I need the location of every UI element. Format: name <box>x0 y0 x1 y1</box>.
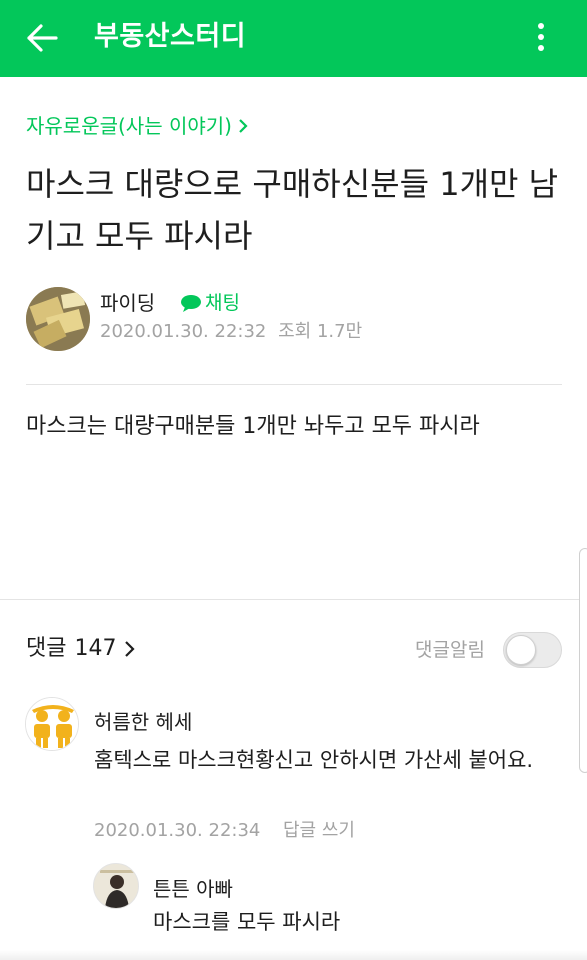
chat-label: 채팅 <box>205 292 240 314</box>
comment-text: 홈텍스로 마스크현황신고 안하시면 가산세 붙어요. <box>94 748 534 772</box>
commenter-avatar[interactable] <box>25 697 79 751</box>
divider <box>26 384 562 385</box>
reply-button[interactable]: 답글 쓰기 <box>283 818 355 844</box>
comment-date: 2020.01.30. 22:34 <box>94 820 261 841</box>
comment-alert-label: 댓글알림 <box>415 639 485 661</box>
people-icon <box>26 698 78 750</box>
cafe-title[interactable]: 부동산스터디 <box>94 18 246 56</box>
post-body: 마스크는 대량구매분들 1개만 놔두고 모두 파시라 <box>26 414 480 439</box>
board-name: 자유로운글(사는 이야기) <box>26 114 232 138</box>
arrow-left-icon <box>27 24 58 52</box>
board-link[interactable]: 자유로운글(사는 이야기) <box>26 112 248 140</box>
chevron-right-icon <box>124 640 136 658</box>
author-name[interactable]: 파이딩 <box>100 290 155 316</box>
commenter-name[interactable]: 허름한 헤세 <box>94 708 192 736</box>
post-views: 조회 1.7만 <box>278 321 363 342</box>
scrollbar[interactable] <box>579 548 587 773</box>
post-date: 2020.01.30. 22:32 <box>100 321 267 342</box>
author-avatar[interactable] <box>26 287 90 351</box>
app-header: 부동산스터디 <box>0 0 587 77</box>
comment-alert-toggle[interactable] <box>503 632 562 668</box>
reply-author-name[interactable]: 튼튼 아빠 <box>153 875 233 903</box>
bottom-edge <box>0 950 587 960</box>
chat-bubble-icon <box>181 295 201 312</box>
section-divider <box>0 599 587 600</box>
comments-count: 147 <box>74 636 117 661</box>
back-button[interactable] <box>22 19 62 57</box>
comments-header[interactable]: 댓글 147 <box>26 634 136 664</box>
reply-author-avatar[interactable] <box>93 863 139 909</box>
post-meta: 2020.01.30. 22:32 조회 1.7만 <box>100 320 362 344</box>
more-options-button[interactable] <box>524 17 558 57</box>
post-title: 마스크 대량으로 구매하신분들 1개만 남기고 모두 파시라 <box>26 165 559 255</box>
kebab-menu-icon <box>538 23 544 51</box>
chat-button[interactable]: 채팅 <box>180 290 240 316</box>
toggle-knob <box>506 635 536 665</box>
reply-text: 마스크를 모두 파시라 <box>153 910 341 934</box>
chevron-right-icon <box>238 118 248 134</box>
comments-label: 댓글 <box>26 636 67 661</box>
